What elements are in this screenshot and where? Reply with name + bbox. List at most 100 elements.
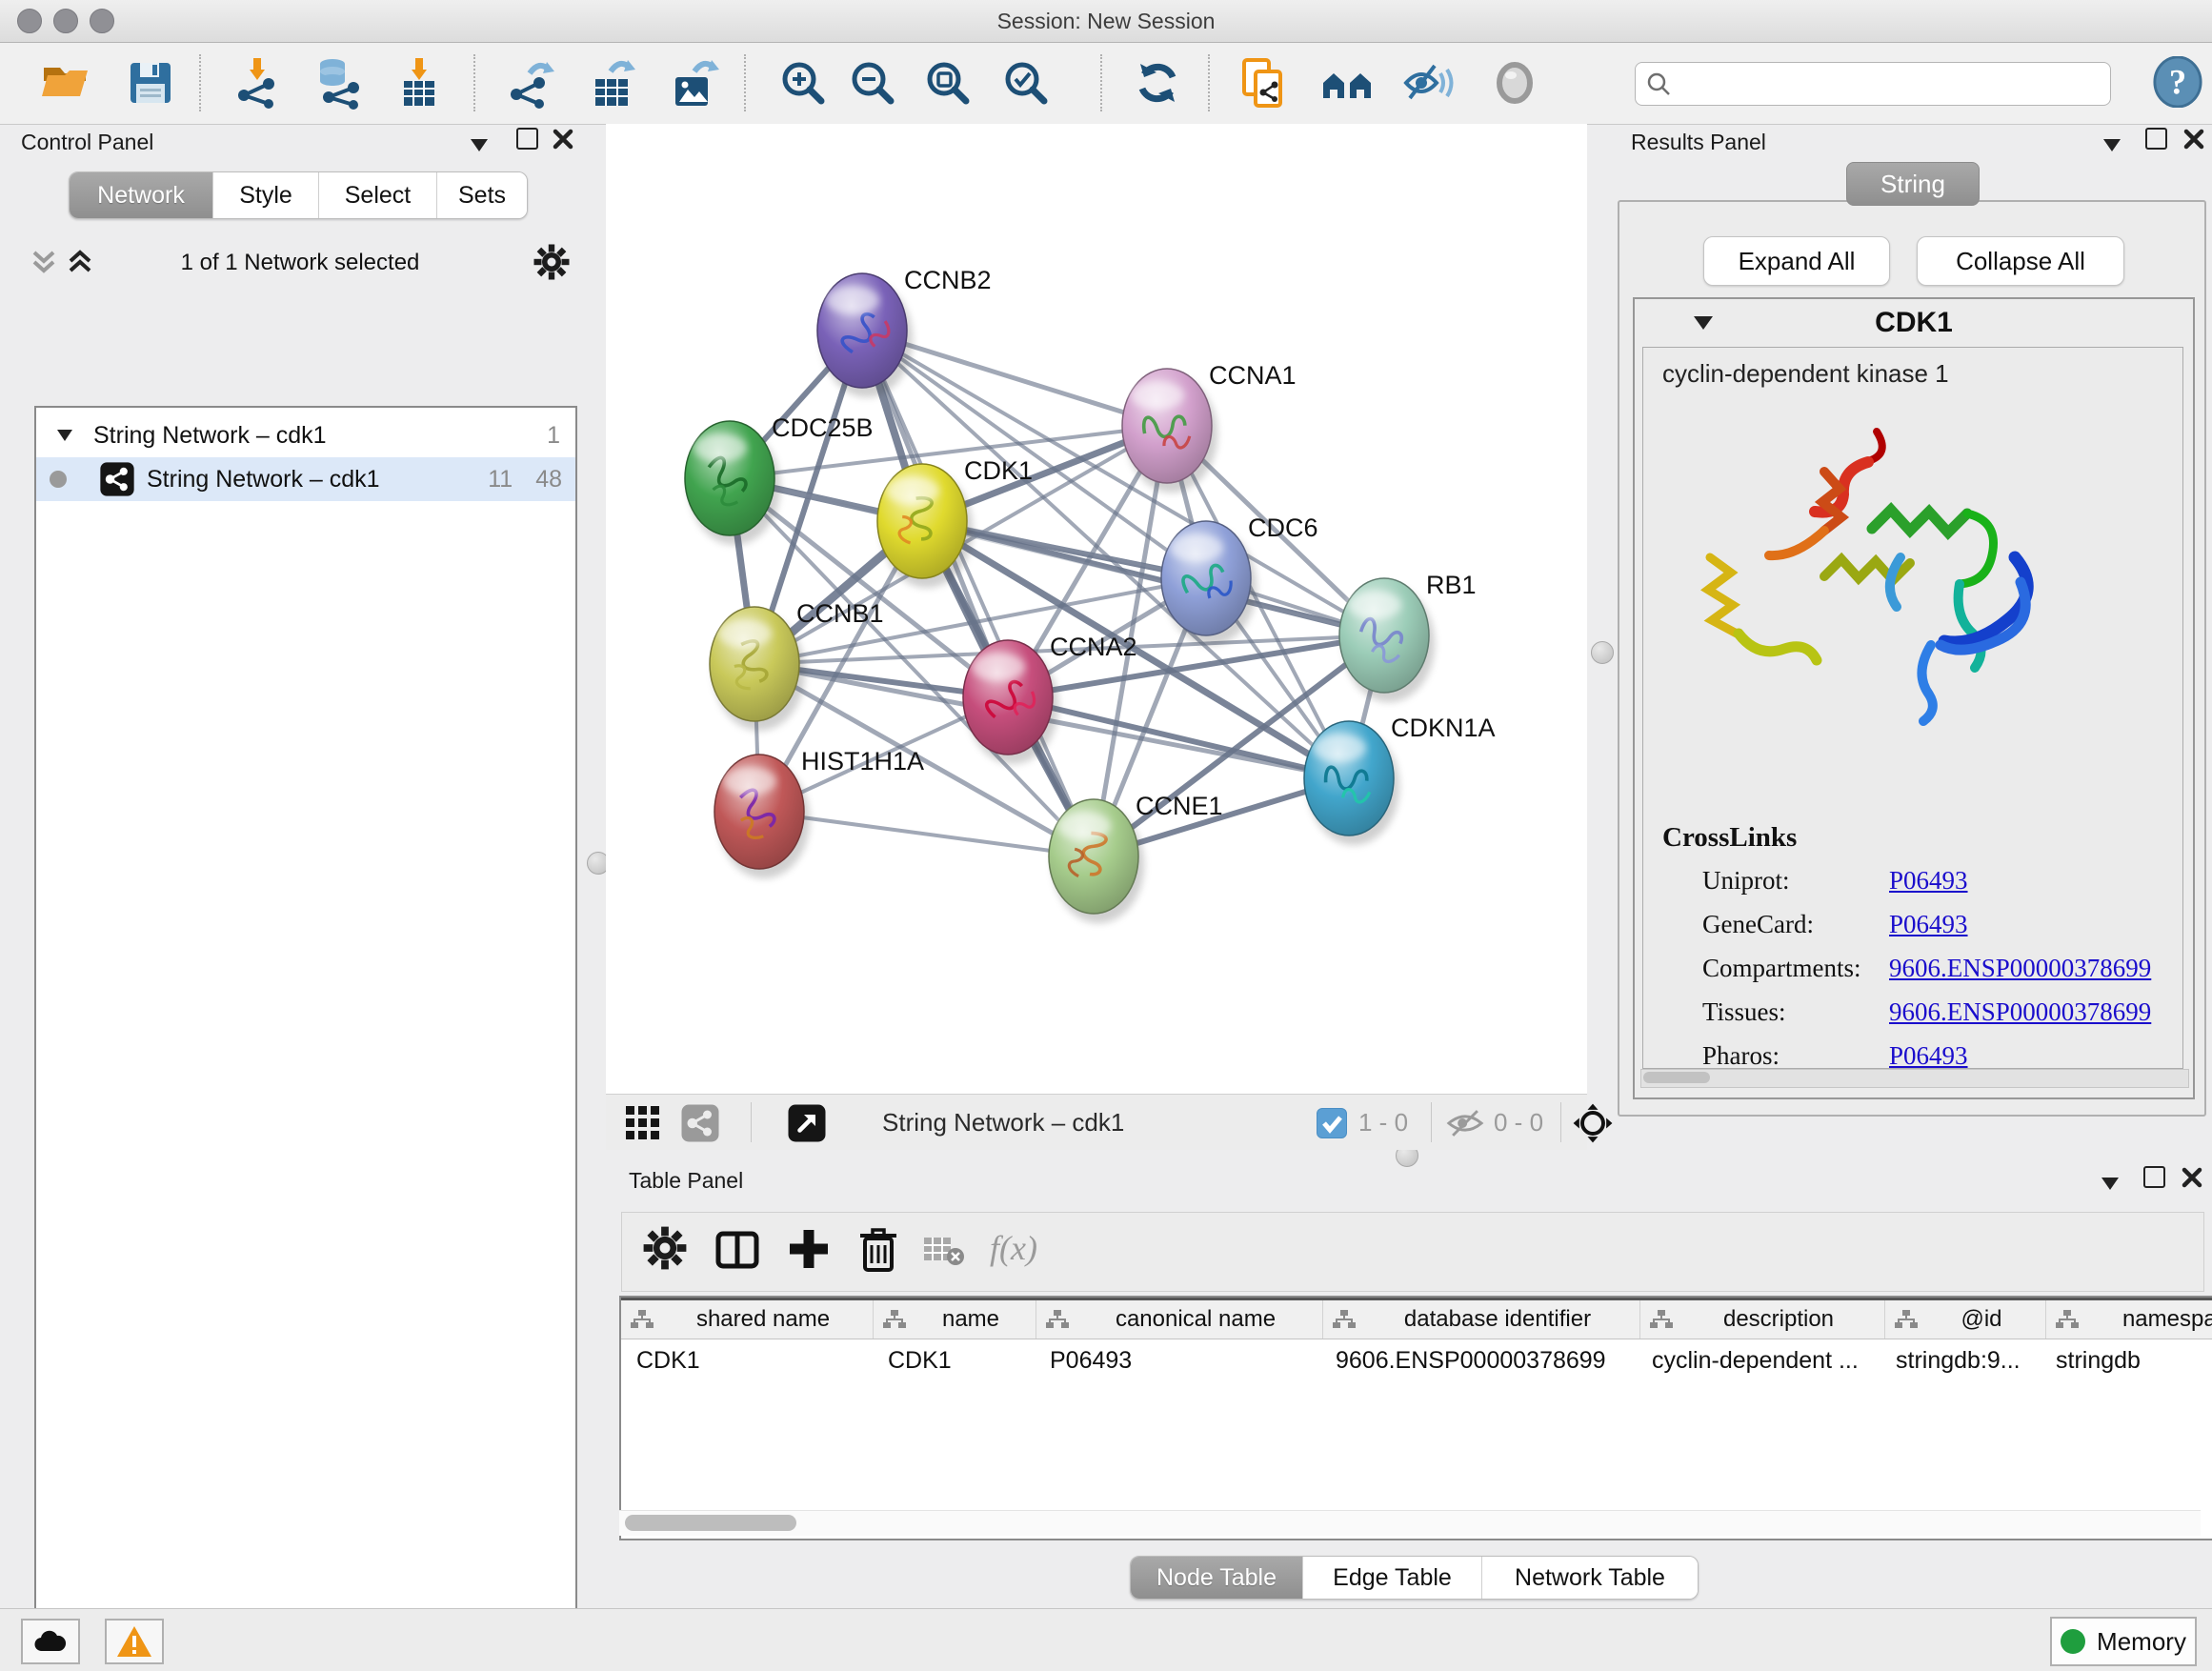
show-columns-icon[interactable] (714, 1226, 761, 1274)
network-node-rb1[interactable]: RB1 (1339, 571, 1477, 702)
search-input[interactable] (1678, 65, 2101, 101)
gene-section-scrollbar[interactable] (1640, 1069, 2189, 1088)
network-node-ccna1[interactable]: CCNA1 (1122, 361, 1297, 493)
table-panel-collapse-icon[interactable] (2101, 1178, 2119, 1190)
selected-checkbox[interactable] (1317, 1108, 1347, 1138)
network-options-gear-icon[interactable] (533, 244, 570, 280)
canvas-network-name: String Network – cdk1 (882, 1108, 1124, 1137)
export-image-icon[interactable] (668, 56, 721, 110)
table-panel-title: Table Panel (629, 1168, 743, 1194)
column-header-canonical-name[interactable]: canonical name (1036, 1300, 1323, 1339)
node-label-ccna2: CCNA2 (1050, 633, 1137, 661)
column-header-description[interactable]: description (1640, 1300, 1885, 1339)
toolbar-divider (199, 54, 201, 111)
results-panel-close-icon[interactable] (2183, 129, 2204, 150)
zoom-fit-icon[interactable] (921, 56, 975, 110)
tab-edge-table[interactable]: Edge Table (1303, 1557, 1482, 1599)
network-view-canvas[interactable]: CCNB2 CCNA1 CDC25BCDK1 CDC6 RB1 CCNB1 CCNA2 CDK… (606, 124, 1587, 1094)
table-panel-close-icon[interactable] (2182, 1167, 2202, 1188)
tree-expand-icon[interactable] (57, 430, 72, 441)
control-panel-collapse-icon[interactable] (471, 139, 488, 151)
refresh-icon[interactable] (1131, 56, 1184, 110)
table-panel-float-icon[interactable] (2143, 1166, 2165, 1188)
export-network-icon[interactable] (505, 56, 558, 110)
warning-status-button[interactable] (105, 1619, 164, 1664)
column-header-namespace[interactable]: namespace (2046, 1300, 2212, 1339)
network-node-ccnb2[interactable]: CCNB2 (817, 266, 992, 397)
results-panel-float-icon[interactable] (2145, 128, 2167, 150)
table-horizontal-scrollbar[interactable] (619, 1510, 2201, 1536)
column-type-icon (631, 1310, 654, 1330)
network-node-hist1h1a[interactable]: HIST1H1A (714, 747, 924, 878)
table-toolbar: f(x) (621, 1212, 2204, 1292)
results-panel-collapse-icon[interactable] (2103, 139, 2121, 151)
crosslink-link[interactable]: P06493 (1889, 866, 1968, 896)
column-header-name[interactable]: name (874, 1300, 1036, 1339)
import-network-database-icon[interactable] (312, 56, 365, 110)
cloud-status-button[interactable] (21, 1619, 80, 1664)
crosslink-link[interactable]: 9606.ENSP00000378699 (1889, 997, 2151, 1027)
node-label-rb1: RB1 (1426, 571, 1477, 599)
open-session-icon[interactable] (38, 56, 91, 110)
crosslink-link[interactable]: 9606.ENSP00000378699 (1889, 954, 2151, 983)
node-label-cdc6: CDC6 (1248, 513, 1318, 542)
copy-paste-style-icon[interactable] (1237, 56, 1290, 110)
first-neighbors-icon[interactable] (1320, 56, 1374, 110)
crosslink-link[interactable]: P06493 (1889, 910, 1968, 939)
column-type-icon (1895, 1310, 1918, 1330)
network-node-cdkn1a[interactable]: CDKN1A (1304, 714, 1496, 845)
network-collection-row[interactable]: String Network – cdk1 1 (36, 413, 575, 457)
network-node-cdc25b[interactable]: CDC25B (685, 413, 874, 545)
column-header--id[interactable]: @id (1885, 1300, 2046, 1339)
collapse-all-button[interactable]: Collapse All (1917, 236, 2124, 286)
network-node-ccnb1[interactable]: CCNB1 (710, 599, 884, 731)
table-settings-gear-icon[interactable] (643, 1226, 687, 1270)
tab-network-table[interactable]: Network Table (1482, 1557, 1698, 1599)
search-box[interactable] (1635, 62, 2111, 106)
gene-section: CDK1 cyclin-dependent kinase 1 (1633, 297, 2195, 1099)
import-table-file-icon[interactable] (392, 56, 446, 110)
network-node-ccne1[interactable]: CCNE1 (1049, 792, 1223, 923)
tab-node-table[interactable]: Node Table (1131, 1557, 1303, 1599)
network-node-cdk1[interactable]: CDK1 (877, 456, 1033, 588)
tab-sets[interactable]: Sets (437, 172, 527, 218)
network-node-cdc6[interactable]: CDC6 (1161, 513, 1318, 645)
tab-string[interactable]: String (1846, 162, 1980, 206)
table-panel: Table Panel f(x) shared namenamecanonica… (617, 1160, 2212, 1608)
memory-status-dot (2061, 1629, 2085, 1654)
tab-select[interactable]: Select (319, 172, 437, 218)
network-row-selected[interactable]: String Network – cdk1 11 48 (36, 457, 575, 501)
node-label-ccna1: CCNA1 (1209, 361, 1297, 390)
grid-view-icon[interactable] (625, 1105, 661, 1141)
hidden-count: 0 - 0 (1494, 1108, 1543, 1137)
column-type-icon (2056, 1310, 2079, 1330)
control-panel-close-icon[interactable] (553, 129, 573, 150)
expand-all-button[interactable]: Expand All (1703, 236, 1890, 286)
column-header-database-identifier[interactable]: database identifier (1323, 1300, 1640, 1339)
open-in-window-icon[interactable] (787, 1103, 827, 1143)
hide-selected-icon[interactable] (1402, 56, 1456, 110)
table-scrollbar-thumb[interactable] (625, 1515, 796, 1531)
column-type-icon (1333, 1310, 1356, 1330)
birdseye-toggle-icon[interactable] (1572, 1102, 1614, 1144)
tab-style[interactable]: Style (213, 172, 319, 218)
zoom-selected-icon[interactable] (999, 56, 1053, 110)
zoom-in-icon[interactable] (776, 56, 830, 110)
create-column-icon[interactable] (786, 1226, 832, 1272)
help-icon[interactable]: ? (2152, 56, 2203, 108)
gene-scrollbar-thumb[interactable] (1643, 1072, 1710, 1083)
import-network-file-icon[interactable] (231, 56, 284, 110)
crosslink-link[interactable]: P06493 (1889, 1041, 1968, 1071)
crosslinks-list: Uniprot:P06493GeneCard:P06493Compartment… (1643, 866, 2182, 1085)
save-session-icon[interactable] (124, 56, 177, 110)
tab-network[interactable]: Network (70, 172, 213, 218)
show-all-icon[interactable] (1488, 56, 1541, 110)
table-row[interactable]: CDK1CDK1P064939606.ENSP00000378699cyclin… (621, 1339, 2212, 1381)
column-header-shared-name[interactable]: shared name (621, 1300, 874, 1339)
memory-button[interactable]: Memory (2050, 1617, 2197, 1666)
control-panel-float-icon[interactable] (516, 128, 538, 150)
string-view-icon[interactable] (680, 1103, 720, 1143)
export-table-icon[interactable] (586, 56, 639, 110)
delete-column-icon[interactable] (856, 1226, 900, 1274)
zoom-out-icon[interactable] (846, 56, 899, 110)
